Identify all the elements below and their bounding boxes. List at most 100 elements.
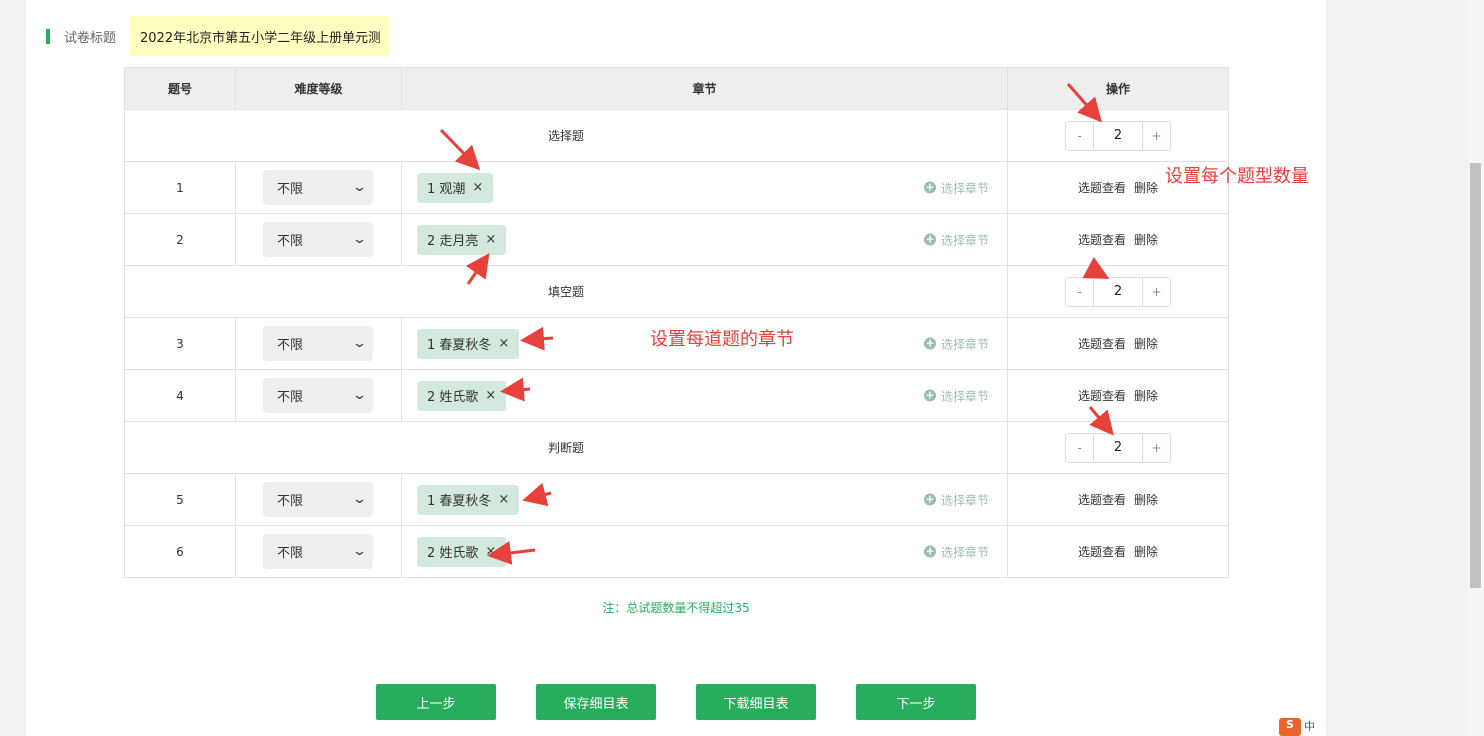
question-count-stepper[interactable]: - 2 +	[1065, 432, 1171, 463]
section-count-cell: - 2 +	[1007, 421, 1229, 474]
remove-tag-icon[interactable]: ×	[498, 336, 509, 351]
chapter-tag-label: 2 姓氏歌	[427, 390, 479, 405]
section-name: 判断题	[124, 421, 1008, 474]
remove-tag-icon[interactable]: ×	[485, 388, 496, 403]
choose-chapter-button[interactable]: + 选择章节	[923, 491, 989, 508]
view-questions-link[interactable]: 选题查看	[1078, 337, 1126, 351]
question-count-stepper[interactable]: - 2 +	[1065, 120, 1171, 151]
question-row: 4 不限 ⌄ 2 姓氏歌 × + 选择章节 选题查看 删除	[124, 369, 1229, 422]
next-step-button[interactable]: 下一步	[856, 684, 976, 720]
chapter-tag-label: 1 春夏秋冬	[427, 494, 492, 509]
difficulty-select[interactable]: 不限 ⌄	[263, 378, 373, 413]
decrement-button[interactable]: -	[1066, 277, 1093, 306]
header-num: 题号	[124, 67, 236, 110]
choose-chapter-button[interactable]: + 选择章节	[923, 231, 989, 248]
question-row: 6 不限 ⌄ 2 姓氏歌 × + 选择章节 选题查看 删除	[124, 525, 1229, 578]
ime-lang-label[interactable]: 中	[1304, 718, 1315, 736]
delete-link[interactable]: 删除	[1134, 233, 1158, 247]
paper-title-row: 试卷标题	[46, 16, 391, 56]
plus-circle-icon: +	[923, 336, 936, 350]
ops-cell: 选题查看 删除	[1007, 473, 1229, 526]
section-row: 填空题 - 2 +	[124, 265, 1229, 318]
difficulty-select[interactable]: 不限 ⌄	[263, 534, 373, 569]
prev-step-button[interactable]: 上一步	[376, 684, 496, 720]
view-questions-link[interactable]: 选题查看	[1078, 181, 1126, 195]
chapter-tag-label: 2 姓氏歌	[427, 546, 479, 561]
chapter-tag: 1 观潮 ×	[417, 172, 494, 203]
increment-button[interactable]: +	[1143, 121, 1170, 150]
section-count-cell: - 2 +	[1007, 109, 1229, 162]
remove-tag-icon[interactable]: ×	[498, 492, 509, 507]
choose-chapter-button[interactable]: + 选择章节	[923, 335, 989, 352]
chapter-cell: 2 走月亮 × + 选择章节	[401, 213, 1008, 266]
difficulty-select[interactable]: 不限 ⌄	[263, 482, 373, 517]
question-num: 1	[124, 161, 236, 214]
difficulty-select[interactable]: 不限 ⌄	[263, 222, 373, 257]
choose-chapter-button[interactable]: + 选择章节	[923, 543, 989, 560]
question-count-value[interactable]: 2	[1093, 277, 1143, 306]
ime-icon[interactable]: S	[1279, 718, 1301, 736]
plus-circle-icon: +	[923, 492, 936, 506]
question-table: 题号 难度等级 章节 操作 选择题 - 2 + 1 不限 ⌄ 1 观潮 × + …	[124, 67, 1229, 578]
difficulty-select[interactable]: 不限 ⌄	[263, 326, 373, 361]
chevron-down-icon: ⌄	[351, 388, 368, 403]
decrement-button[interactable]: -	[1066, 433, 1093, 462]
view-questions-link[interactable]: 选题查看	[1078, 233, 1126, 247]
delete-link[interactable]: 删除	[1134, 337, 1158, 351]
question-count-value[interactable]: 2	[1093, 121, 1143, 150]
ops-cell: 选题查看 删除	[1007, 213, 1229, 266]
system-tray: S 中	[1279, 718, 1315, 736]
remove-tag-icon[interactable]: ×	[472, 180, 483, 195]
question-count-value[interactable]: 2	[1093, 433, 1143, 462]
difficulty-select[interactable]: 不限 ⌄	[263, 170, 373, 205]
chapter-cell: 2 姓氏歌 × + 选择章节	[401, 525, 1008, 578]
remove-tag-icon[interactable]: ×	[485, 544, 496, 559]
plus-circle-icon: +	[923, 180, 936, 194]
header-difficulty: 难度等级	[235, 67, 402, 110]
choose-chapter-label: 选择章节	[940, 233, 989, 247]
paper-title-input[interactable]	[130, 16, 391, 56]
question-num: 6	[124, 525, 236, 578]
chevron-down-icon: ⌄	[351, 492, 368, 507]
chapter-cell: 1 观潮 × + 选择章节	[401, 161, 1008, 214]
ops-cell: 选题查看 删除	[1007, 525, 1229, 578]
view-questions-link[interactable]: 选题查看	[1078, 545, 1126, 559]
annotation-chapter: 设置每道题的章节	[650, 329, 794, 350]
difficulty-cell: 不限 ⌄	[235, 369, 402, 422]
choose-chapter-label: 选择章节	[940, 493, 989, 507]
choose-chapter-button[interactable]: + 选择章节	[923, 387, 989, 404]
ops-cell: 选题查看 删除	[1007, 317, 1229, 370]
header-ops: 操作	[1007, 67, 1229, 110]
increment-button[interactable]: +	[1143, 433, 1170, 462]
delete-link[interactable]: 删除	[1134, 181, 1158, 195]
choose-chapter-label: 选择章节	[940, 389, 989, 403]
scrollbar-thumb[interactable]	[1470, 163, 1481, 588]
chapter-tag-label: 1 观潮	[427, 182, 466, 197]
choose-chapter-button[interactable]: + 选择章节	[923, 179, 989, 196]
view-questions-link[interactable]: 选题查看	[1078, 493, 1126, 507]
decrement-button[interactable]: -	[1066, 121, 1093, 150]
question-num: 4	[124, 369, 236, 422]
question-count-stepper[interactable]: - 2 +	[1065, 276, 1171, 307]
question-row: 5 不限 ⌄ 1 春夏秋冬 × + 选择章节 选题查看 删除	[124, 473, 1229, 526]
ops-cell: 选题查看 删除	[1007, 369, 1229, 422]
chapter-tag: 2 姓氏歌 ×	[417, 536, 507, 567]
remove-tag-icon[interactable]: ×	[485, 232, 496, 247]
delete-link[interactable]: 删除	[1134, 389, 1158, 403]
choose-chapter-label: 选择章节	[940, 337, 989, 351]
view-questions-link[interactable]: 选题查看	[1078, 389, 1126, 403]
chapter-tag-label: 1 春夏秋冬	[427, 338, 492, 353]
paper-title-label: 试卷标题	[64, 30, 117, 46]
increment-button[interactable]: +	[1143, 277, 1170, 306]
difficulty-value: 不限	[277, 234, 304, 249]
section-row: 判断题 - 2 +	[124, 421, 1229, 474]
delete-link[interactable]: 删除	[1134, 545, 1158, 559]
delete-link[interactable]: 删除	[1134, 493, 1158, 507]
chapter-tag: 2 姓氏歌 ×	[417, 380, 507, 411]
chevron-down-icon: ⌄	[351, 336, 368, 351]
plus-circle-icon: +	[923, 544, 936, 558]
download-table-button[interactable]: 下载细目表	[696, 684, 816, 720]
total-note: 注：总试题数量不得超过35	[602, 601, 750, 615]
chevron-down-icon: ⌄	[351, 544, 368, 559]
save-table-button[interactable]: 保存细目表	[536, 684, 656, 720]
